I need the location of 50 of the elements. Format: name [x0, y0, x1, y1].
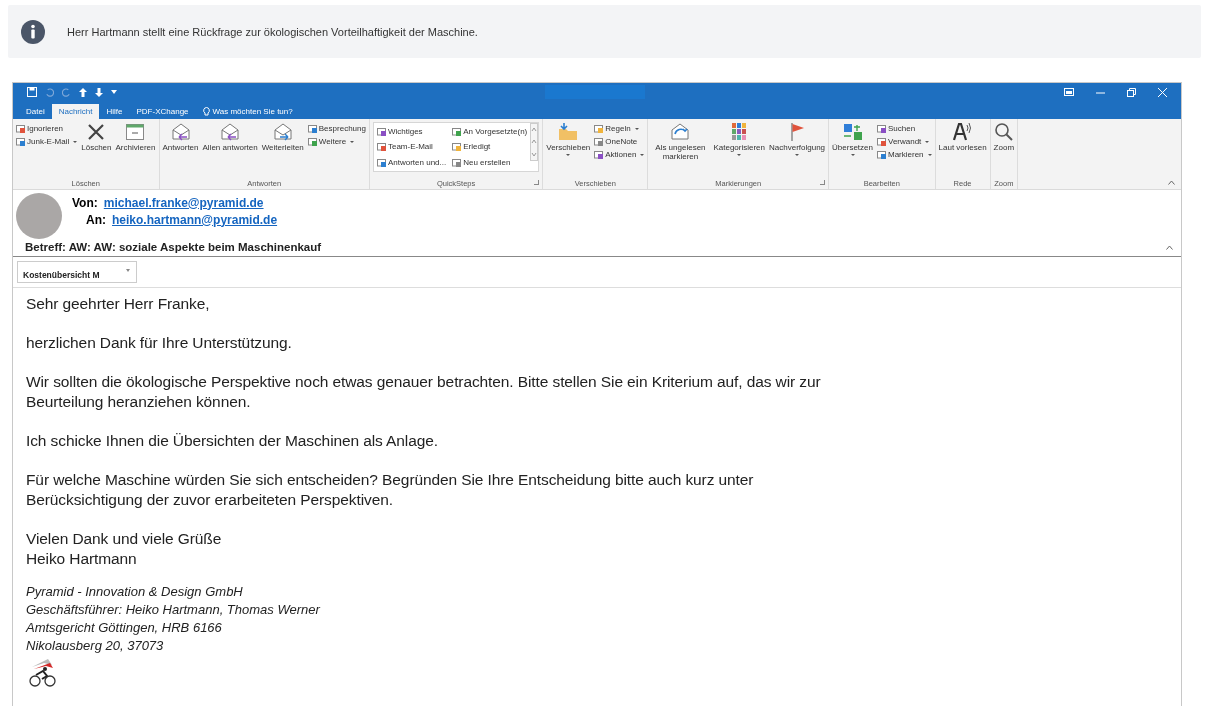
email-paragraph: Vielen Dank und viele Grüße Heiko Hartmann [26, 529, 223, 569]
ribbon-button[interactable]: Besprechung [307, 124, 366, 133]
ribbon-button[interactable]: Suchen [877, 124, 932, 133]
ribbon-button[interactable]: Allen antworten [202, 122, 258, 152]
ribbon-button[interactable]: Verschieben [546, 122, 591, 156]
email-paragraph: Ich schicke Ihnen die Übersichten der Maschinen als Anlage. [26, 431, 439, 451]
email-paragraph: Wir sollten die ökologische Perspektive noch etwas genauer betrachten. Bitte stellen Sie ein Kriterium auf, das wir zur Beurteilung heranziehen können. [26, 372, 822, 412]
quickstep-item[interactable]: An Vorgesetzte(n) [452, 124, 528, 140]
ribbon-button[interactable]: Löschen [81, 122, 112, 152]
email-paragraph: Für welche Maschine würden Sie sich entscheiden? Begründen Sie Ihre Entscheidung bitte auch kurz unter Berücksichtigung der zuvor erarbeiteten Perspektiven. [26, 470, 755, 510]
recipient-email-link[interactable]: heiko.hartmann@pyramid.de [112, 212, 278, 227]
sender-email-link[interactable]: michael.franke@pyramid.de [103, 195, 264, 210]
quickstep-item[interactable]: Wichtiges [376, 124, 447, 140]
ribbon-button[interactable]: Ignorieren [16, 124, 78, 133]
signature-line: Amtsgericht Göttingen, HRB 6166 [26, 619, 223, 637]
ribbon-tab[interactable]: PDF-XChange [129, 104, 196, 119]
ribbon-tab[interactable]: Nachricht [51, 104, 100, 119]
ribbon-button[interactable]: Antworten [162, 122, 199, 152]
ribbon-button[interactable]: Aktionen [594, 150, 645, 159]
ribbon-button[interactable]: OneNote [594, 137, 645, 146]
ribbon-button[interactable]: Als ungelesen markieren [651, 122, 710, 161]
email-paragraph: Sehr geehrter Herr Franke, [26, 294, 211, 314]
ribbon-button[interactable]: Laut vorlesen [938, 122, 987, 152]
quickstep-item[interactable]: Antworten und... [376, 154, 447, 170]
ribbon-tab[interactable]: Hilfe [99, 104, 130, 119]
ribbon-button[interactable]: Verwandt [877, 137, 932, 146]
ribbon-button[interactable]: Markieren [877, 150, 932, 159]
quickstep-item[interactable]: Neu erstellen [452, 154, 528, 170]
ribbon-button[interactable]: Weiterleiten [261, 122, 304, 152]
ribbon-button[interactable]: Junk-E-Mail [16, 137, 78, 146]
from-label: Von: [72, 195, 98, 210]
ribbon-button[interactable]: Archivieren [115, 122, 156, 152]
signature-line: Pyramid - Innovation & Design GmbH [26, 583, 244, 601]
ribbon-button[interactable]: Weitere [307, 137, 366, 146]
ribbon-button[interactable]: Zoom [993, 122, 1015, 152]
ribbon-button[interactable]: Nachverfolgung [769, 122, 826, 156]
quickstep-item[interactable]: Team-E-Mail [376, 139, 447, 155]
subject-line: Betreff: AW: AW: soziale Aspekte beim Maschinenkauf [25, 241, 322, 253]
email-paragraph: herzlichen Dank für Ihre Unterstützung. [26, 333, 293, 353]
tell-me-search[interactable]: Was möchten Sie tun? [195, 104, 300, 119]
ribbon-tab[interactable]: Datei [19, 104, 52, 119]
signature-line: Nikolausberg 20, 37073 [26, 637, 165, 655]
ribbon-button[interactable]: Kategorisieren [713, 122, 765, 156]
ribbon-button[interactable]: Übersetzen [832, 122, 873, 156]
signature-line: Geschäftsführer: Heiko Hartmann, Thomas Werner [26, 601, 322, 619]
attachment-chip[interactable]: Kostenübersicht M [17, 261, 137, 283]
info-message: Herr Hartmann stellt eine Rückfrage zur ökologischen Vorteilhaftigkeit der Maschine. [67, 25, 478, 38]
ribbon-button[interactable]: Regeln [594, 124, 645, 133]
to-label: An: [86, 212, 106, 227]
quickstep-item[interactable]: Erledigt [452, 139, 528, 155]
